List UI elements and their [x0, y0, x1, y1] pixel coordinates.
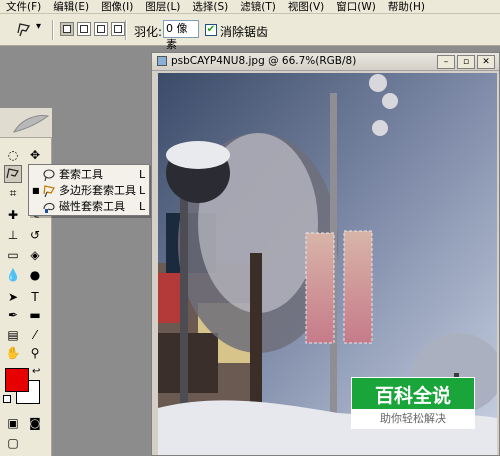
options-bar: ▾ 羽化: 0 像素 ✔ 消除锯齿: [0, 14, 500, 51]
quick-mask-icon[interactable]: ◙: [26, 414, 44, 432]
menu-bar: 文件(F) 编辑(E) 图像(I) 图层(L) 选择(S) 滤镜(T) 视图(V…: [0, 0, 500, 14]
menu-view[interactable]: 视图(V): [282, 0, 330, 14]
intersect-selection-icon[interactable]: [111, 22, 125, 36]
clone-stamp-icon[interactable]: ⊥: [4, 226, 22, 244]
eraser-icon[interactable]: ▭: [4, 246, 22, 264]
flyout-item-lasso[interactable]: 套索工具 L: [29, 167, 149, 183]
toolbox-header: [0, 108, 52, 138]
document-title: psbCAYP4NU8.jpg @ 66.7%(RGB/8): [171, 55, 357, 67]
swap-colors-icon[interactable]: ↩: [32, 366, 40, 377]
polygonal-lasso-icon: [43, 185, 55, 198]
watermark-subtitle: 助你轻松解决: [352, 409, 474, 429]
menu-file[interactable]: 文件(F): [0, 0, 47, 14]
history-brush-icon[interactable]: ↺: [26, 226, 44, 244]
foreground-color-swatch[interactable]: [5, 368, 29, 392]
shape-icon[interactable]: ▬: [26, 306, 44, 324]
eyedropper-icon[interactable]: ⁄: [26, 326, 44, 344]
feather-label: 羽化:: [134, 25, 163, 39]
feather-input[interactable]: 0 像素: [163, 20, 199, 51]
menu-select[interactable]: 选择(S): [186, 0, 234, 14]
healing-brush-icon[interactable]: ✚: [4, 206, 22, 224]
move-icon[interactable]: ✥: [26, 146, 44, 164]
screen-mode-icon[interactable]: ▢: [4, 434, 22, 452]
crop-icon[interactable]: ⌗: [4, 184, 22, 202]
baike-watermark: 百科全说 助你轻松解决: [351, 377, 475, 429]
document-titlebar[interactable]: psbCAYP4NU8.jpg @ 66.7%(RGB/8) – ▫ ✕: [152, 53, 499, 71]
menu-window[interactable]: 窗口(W): [330, 0, 382, 14]
subtract-from-selection-icon[interactable]: [94, 22, 108, 36]
window-buttons: – ▫ ✕: [437, 55, 495, 69]
selection-mode-group: [60, 22, 125, 36]
tool-preset-dropdown-icon[interactable]: ▾: [36, 21, 41, 32]
type-icon[interactable]: T: [26, 288, 44, 306]
menu-filter[interactable]: 滤镜(T): [234, 0, 282, 14]
antialias-label: 消除锯齿: [220, 25, 269, 39]
zoom-icon[interactable]: ⚲: [26, 344, 44, 362]
restore-icon[interactable]: ▫: [457, 55, 475, 69]
hand-icon[interactable]: ✋: [4, 344, 22, 362]
close-icon[interactable]: ✕: [477, 55, 495, 69]
flyout-item-magnetic-lasso[interactable]: 磁性套索工具 L: [29, 199, 149, 215]
lasso-tool-icon[interactable]: [4, 165, 22, 183]
feather-logo-icon: [12, 115, 50, 133]
separator: [52, 20, 54, 40]
marquee-icon[interactable]: ◌: [4, 146, 22, 164]
default-colors-icon[interactable]: [3, 395, 11, 403]
polygonal-lasso-icon[interactable]: [16, 21, 32, 37]
magnetic-lasso-icon: [43, 202, 55, 213]
dodge-icon[interactable]: ●: [26, 266, 44, 284]
antialias-checkbox[interactable]: ✔: [205, 24, 217, 36]
menu-edit[interactable]: 编辑(E): [47, 0, 95, 14]
separator: [125, 20, 127, 40]
lasso-tool-flyout: 套索工具 L ■ 多边形套索工具 L 磁性套索工具 L: [28, 164, 150, 216]
selected-bullet: ■: [32, 186, 40, 195]
path-selection-icon[interactable]: ➤: [4, 288, 22, 306]
document-icon: [157, 56, 167, 66]
menu-help[interactable]: 帮助(H): [382, 0, 431, 14]
blur-icon[interactable]: 💧: [4, 266, 22, 284]
toolbox: ◌ ✥ ⌗ ✚ ✎ ⊥ ↺ ▭ ◈ 💧 ● ➤ T ✒ ▬ ▤ ⁄ ✋ ⚲ ↩ …: [0, 108, 52, 456]
minimize-icon[interactable]: –: [437, 55, 455, 69]
new-selection-icon[interactable]: [60, 22, 74, 36]
paint-bucket-icon[interactable]: ◈: [26, 246, 44, 264]
lasso-icon: [43, 169, 55, 182]
menu-image[interactable]: 图像(I): [95, 0, 139, 14]
menu-layer[interactable]: 图层(L): [139, 0, 186, 14]
standard-mode-icon[interactable]: ▣: [4, 414, 22, 432]
add-to-selection-icon[interactable]: [77, 22, 91, 36]
notes-icon[interactable]: ▤: [4, 326, 22, 344]
flyout-item-polygonal-lasso[interactable]: ■ 多边形套索工具 L: [29, 183, 149, 199]
watermark-title: 百科全说: [374, 385, 451, 407]
pen-icon[interactable]: ✒: [4, 306, 22, 324]
